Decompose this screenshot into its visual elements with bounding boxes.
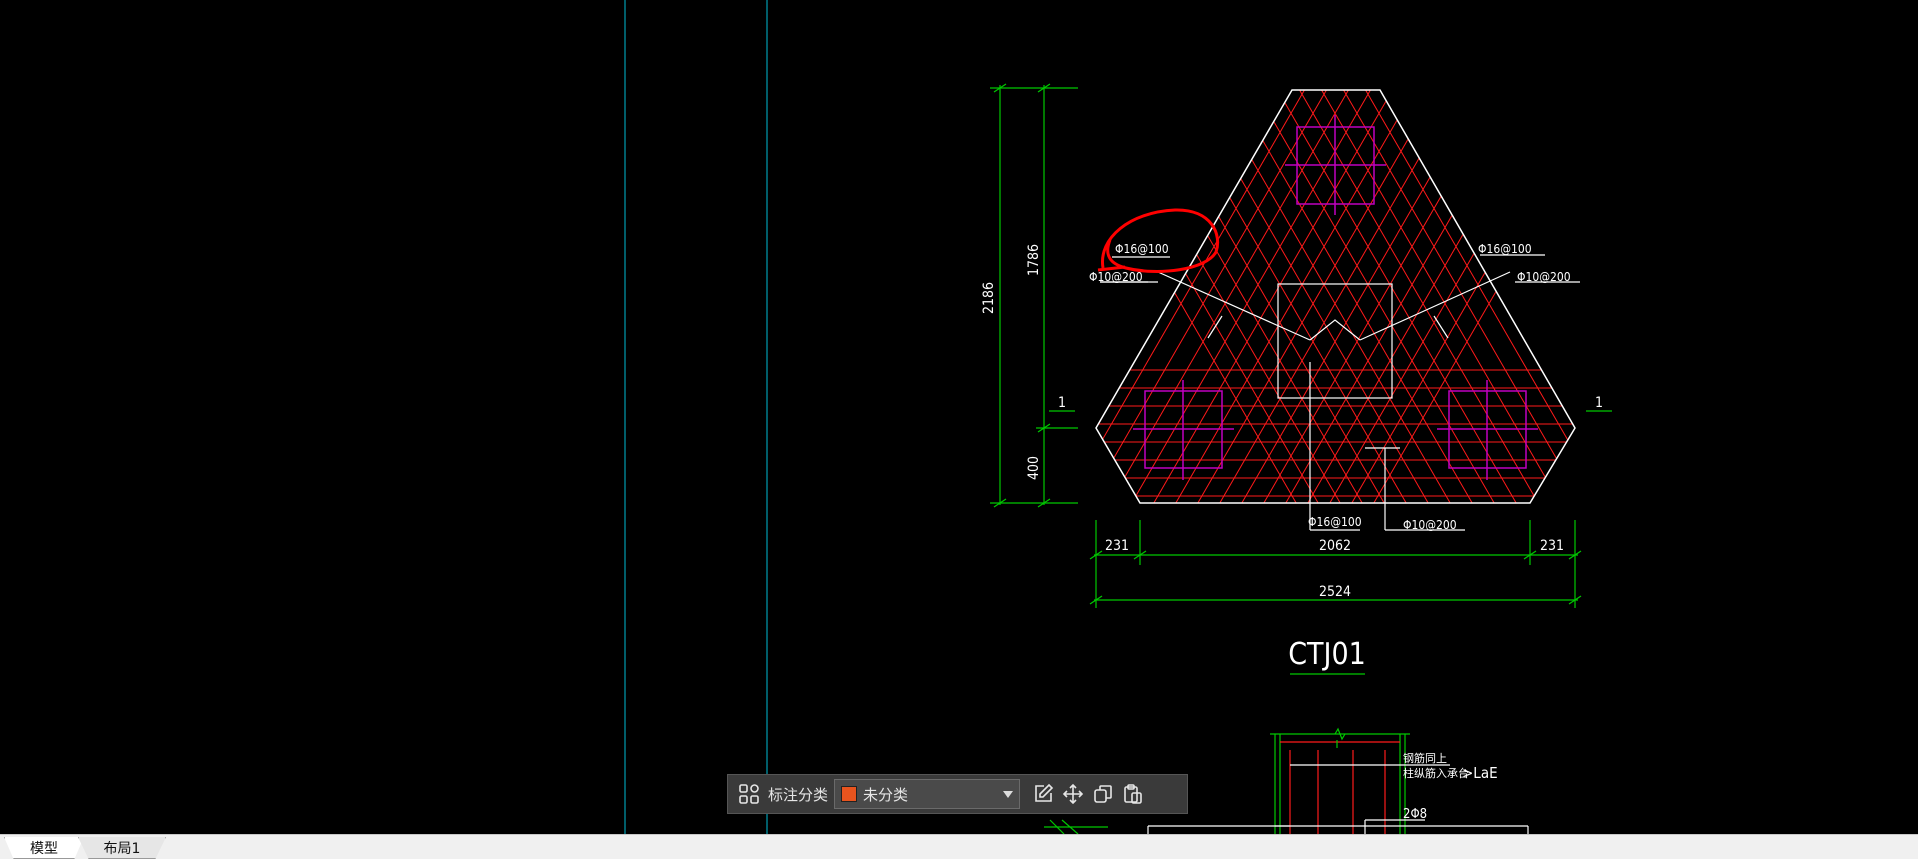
rebar-line: [1309, 90, 1571, 503]
category-color-swatch: [841, 786, 858, 802]
rebar-line: [1485, 90, 1575, 503]
dim-bottom-middle: 2062: [1319, 538, 1351, 554]
tab-model[interactable]: 模型: [4, 837, 84, 859]
section-mark-right: 1: [1595, 395, 1603, 411]
rebar-line: [1096, 90, 1295, 503]
dim-bottom-total: 2524: [1319, 584, 1351, 600]
dim-bottom-left: 231: [1105, 538, 1129, 554]
rebar-line: [1096, 90, 1251, 503]
rebar-line: [1177, 90, 1439, 503]
dim-height-lower: 400: [1026, 456, 1042, 480]
rebar-line: [1096, 90, 1307, 503]
rebar-line: [1463, 90, 1575, 503]
rebar-label-top-right: Φ16@100: [1478, 242, 1532, 256]
rebar-line: [1221, 90, 1483, 503]
category-dropdown[interactable]: 未分类: [834, 779, 1021, 809]
rebar-line: [1111, 90, 1373, 503]
rebar-label-left-secondary: Φ10@200: [1089, 270, 1143, 284]
rebar-line: [1341, 90, 1575, 503]
dim-height-total: 2186: [981, 282, 997, 314]
rebar-line: [1441, 90, 1575, 503]
rebar-line: [1331, 90, 1575, 503]
grid-icon[interactable]: [734, 779, 764, 809]
rebar-label-bottom-main: Φ16@100: [1308, 515, 1362, 529]
detail-note-line1: 钢筋同上: [1403, 751, 1447, 765]
rebar-line: [1253, 90, 1515, 503]
detail-note-line2: 柱纵筋入承台: [1403, 766, 1469, 780]
rebar-line: [1096, 90, 1317, 503]
rebar-line: [1297, 90, 1559, 503]
pile-left: [1133, 380, 1234, 480]
chevron-down-icon: [1003, 790, 1014, 798]
rebar-label-top-left: Φ16@100: [1115, 242, 1169, 256]
rebar-line: [1121, 90, 1383, 503]
rebar-line: [1099, 90, 1361, 503]
copy-icon[interactable]: [1088, 779, 1118, 809]
rebar-line: [1199, 90, 1461, 503]
edit-icon[interactable]: [1028, 779, 1058, 809]
move-icon[interactable]: [1058, 779, 1088, 809]
rebar-line: [1397, 90, 1575, 503]
rebar-line: [1287, 90, 1549, 503]
rebar-line: [1319, 90, 1575, 503]
rebar-line: [1353, 90, 1575, 503]
markup-circle: [1101, 208, 1220, 273]
rebar-line: [1096, 90, 1351, 503]
rebar-line: [1275, 90, 1537, 503]
drawing-title: CTJ01: [1288, 637, 1366, 672]
rebar-line: [1231, 90, 1493, 503]
detail-stirrup: 2Φ8: [1403, 807, 1427, 822]
section-mark-left: 1: [1058, 395, 1066, 411]
annotation-toolbar: 标注分类 未分类: [727, 774, 1188, 814]
tab-layout1[interactable]: 布局1: [78, 837, 166, 859]
paste-icon[interactable]: [1118, 779, 1148, 809]
rebar-line: [1363, 90, 1575, 503]
rebar-line: [1209, 90, 1471, 503]
category-value: 未分类: [863, 785, 909, 804]
cad-drawing-canvas[interactable]: 2186 1786 400 231 2062 231 2524 Φ16@100 …: [0, 0, 1918, 834]
rebar-label-right-secondary: Φ10@200: [1517, 270, 1571, 284]
rebar-line: [1096, 90, 1329, 503]
rebar-line: [1165, 90, 1427, 503]
dim-bottom-right: 231: [1540, 538, 1564, 554]
rebar-label-bottom-secondary: Φ10@200: [1403, 518, 1457, 532]
detail-lae: >LaE: [1462, 764, 1498, 782]
rebar-line: [1096, 90, 1273, 503]
rebar-line: [1187, 90, 1449, 503]
dim-height-upper: 1786: [1026, 244, 1042, 276]
rebar-line: [1375, 90, 1575, 503]
rebar-line: [1155, 90, 1417, 503]
layout-tab-bar: 模型 布局1: [0, 834, 1918, 859]
annotation-category-label: 标注分类: [768, 785, 829, 804]
rebar-line: [1096, 90, 1229, 503]
dimension-lines: [990, 83, 1612, 834]
